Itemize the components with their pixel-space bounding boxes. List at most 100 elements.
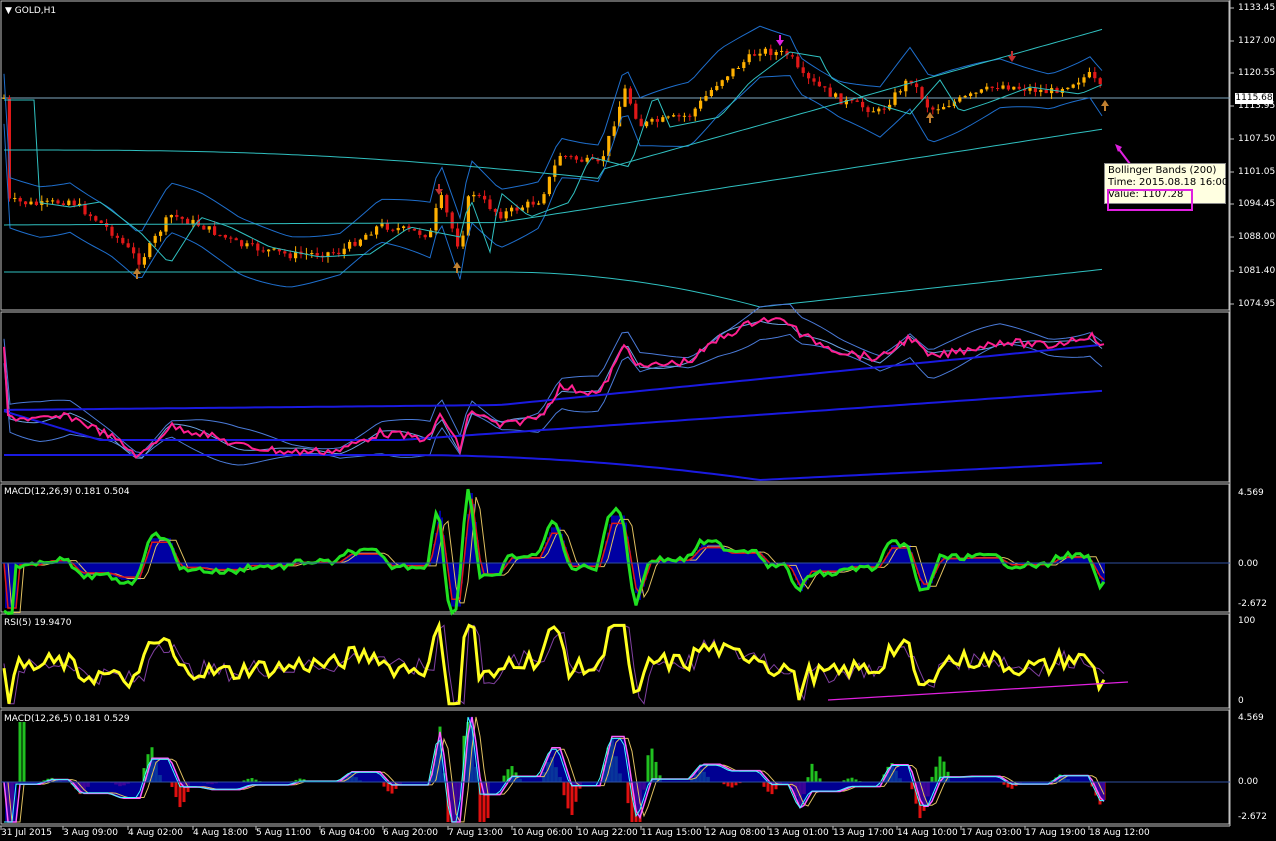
candle-body — [920, 87, 924, 100]
candle-body — [1012, 86, 1016, 90]
candle-body — [780, 50, 784, 53]
candle-body — [753, 54, 757, 56]
candle-body — [569, 156, 573, 158]
time-tick: 6 Aug 20:00 — [383, 828, 438, 838]
candle-body — [13, 198, 17, 200]
candle-body — [763, 48, 767, 54]
dropdown-triangle-icon[interactable]: ▼ — [5, 6, 12, 16]
macd2-hist-up — [810, 763, 814, 782]
candle-body — [126, 243, 130, 248]
candle-body — [493, 208, 497, 212]
macd2-hist-up — [18, 722, 22, 782]
candle-body — [855, 100, 859, 102]
candle-body — [504, 211, 508, 219]
candle-body — [186, 218, 190, 225]
candle-body — [828, 87, 832, 97]
time-tick: 10 Aug 06:00 — [512, 828, 573, 838]
candle-body — [110, 226, 114, 236]
candle-body — [434, 208, 438, 231]
candle-body — [56, 200, 60, 204]
candle-body — [348, 241, 352, 249]
candle-body — [796, 56, 800, 68]
candle-body — [180, 216, 184, 219]
candle-body — [256, 243, 260, 251]
candle-body — [990, 86, 994, 89]
candle-body — [29, 201, 33, 205]
candle-body — [1044, 89, 1048, 94]
candle-body — [963, 95, 967, 98]
candle-body — [385, 223, 389, 230]
candle-body — [67, 200, 71, 205]
candle-body — [337, 252, 341, 255]
candle-body — [207, 226, 211, 230]
price-tick: 1127.00 — [1238, 36, 1276, 46]
candle-body — [699, 100, 703, 109]
candle-body — [726, 76, 730, 81]
macd2-top-tick: 4.569 — [1238, 713, 1264, 723]
bb200-middle — [3, 128, 1103, 226]
macd2-hist-up — [850, 777, 854, 782]
candle-body — [61, 203, 65, 205]
candle-body — [159, 231, 163, 236]
time-tick: 18 Aug 12:00 — [1089, 828, 1150, 838]
candle-body — [245, 243, 249, 247]
down-arrow-icon — [776, 35, 784, 46]
candle-body — [537, 203, 541, 205]
candle-body — [688, 115, 692, 117]
candle-body — [94, 216, 98, 221]
candle-body — [439, 195, 443, 209]
candle-body — [742, 62, 746, 68]
candle-body — [153, 235, 157, 243]
candle-body — [229, 237, 233, 239]
macd2-hist-down — [174, 782, 178, 798]
candle-body — [83, 203, 87, 215]
symbol-text: GOLD,H1 — [14, 6, 57, 16]
candle-body — [564, 155, 568, 157]
macd2-hist-down — [382, 782, 386, 787]
candle-body — [72, 200, 76, 206]
candle-body — [655, 119, 659, 122]
candle-body — [418, 230, 422, 235]
candle-body — [526, 201, 530, 208]
candle-body — [132, 247, 136, 254]
candle-body — [315, 253, 319, 256]
chart-canvas[interactable] — [0, 0, 1276, 841]
candle-body — [375, 226, 379, 235]
symbol-label[interactable]: ▼ GOLD,H1 — [5, 6, 56, 16]
candle-body — [931, 107, 935, 110]
candle-body — [925, 99, 929, 108]
candle-body — [456, 228, 460, 247]
candle-body — [99, 220, 103, 224]
candle-body — [1006, 85, 1010, 90]
macd2-hist-up — [818, 778, 822, 782]
candle-body — [958, 97, 962, 102]
candle-body — [1071, 84, 1075, 88]
candle-body — [380, 223, 384, 227]
candle-body — [477, 194, 481, 196]
candle-body — [115, 235, 119, 238]
candle-body — [396, 227, 400, 231]
pane2-blue-mid — [3, 389, 1103, 441]
candle-body — [1039, 89, 1043, 92]
bb20-lower — [3, 75, 1103, 288]
candle-body — [634, 103, 638, 119]
candle-body — [402, 226, 406, 228]
candle-body — [137, 253, 141, 265]
pane-frame — [0, 0, 1230, 311]
pane2-pink-line — [3, 316, 1105, 459]
candle-body — [499, 211, 503, 219]
candle-body — [267, 249, 271, 252]
time-tick: 12 Aug 08:00 — [705, 828, 766, 838]
candle-body — [580, 159, 584, 162]
macd2-hist-down — [766, 782, 770, 792]
candle-body — [974, 92, 978, 94]
candle-body — [1077, 82, 1081, 85]
macd2-hist-down — [762, 782, 766, 787]
candle-body — [202, 225, 206, 230]
candle-body — [893, 92, 897, 105]
candle-body — [612, 126, 616, 136]
rsi-signal-line — [3, 624, 1105, 705]
price-tick: 1133.45 — [1238, 3, 1276, 13]
candle-body — [142, 257, 146, 265]
candle-body — [250, 243, 254, 245]
